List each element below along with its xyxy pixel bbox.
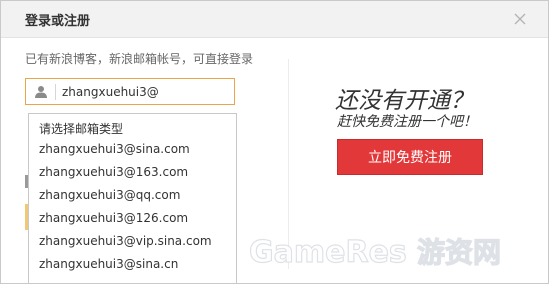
- email-suggestion-item[interactable]: zhangxuehui3@sina.com: [39, 142, 190, 156]
- dialog-titlebar: 登录或注册: [1, 1, 548, 38]
- svg-text:GameRes: GameRes: [249, 235, 407, 270]
- account-input[interactable]: [62, 85, 222, 99]
- register-button[interactable]: 立即免费注册: [337, 139, 483, 175]
- dropdown-header: 请选择邮箱类型: [39, 122, 124, 136]
- watermark-logo: GameRes 游资网: [245, 226, 545, 274]
- email-suggestion-item[interactable]: zhangxuehui3@163.com: [39, 165, 188, 179]
- close-icon[interactable]: [511, 10, 529, 28]
- email-suggestion-dropdown: 请选择邮箱类型 zhangxuehui3@sina.com zhangxuehu…: [28, 113, 237, 283]
- register-promo-subtitle: 赶快免费注册一个吧！: [337, 114, 477, 130]
- email-suggestion-item[interactable]: zhangxuehui3@qq.com: [39, 188, 180, 202]
- login-register-dialog: 登录或注册 已有新浪博客，新浪邮箱帐号，可直接登录 请选择邮箱类型 zhangx…: [0, 0, 549, 284]
- dialog-title: 登录或注册: [25, 14, 91, 29]
- email-suggestion-item[interactable]: zhangxuehui3@126.com: [39, 211, 188, 225]
- login-hint: 已有新浪博客，新浪邮箱帐号，可直接登录: [25, 52, 254, 66]
- input-divider: [55, 84, 56, 100]
- svg-text:游资网: 游资网: [417, 236, 501, 269]
- register-promo-title: 还没有开通？: [335, 88, 473, 114]
- user-icon: [34, 84, 48, 98]
- email-suggestion-item[interactable]: zhangxuehui3@sina.cn: [39, 257, 178, 271]
- account-field[interactable]: [25, 78, 235, 105]
- email-suggestion-item[interactable]: zhangxuehui3@vip.sina.com: [39, 234, 212, 248]
